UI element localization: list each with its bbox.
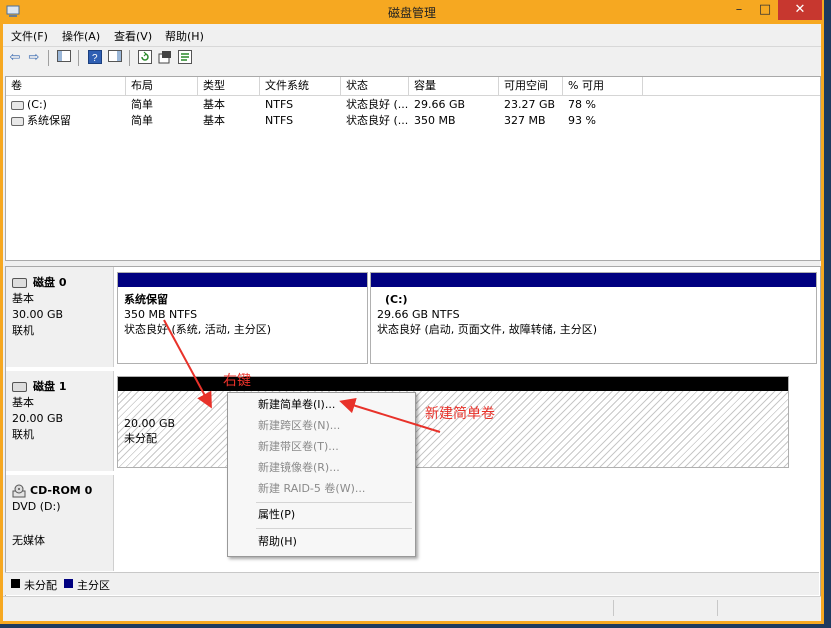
annotation-new-simple-volume: 新建简单卷 xyxy=(425,406,495,422)
annotation-right-click: 右键 xyxy=(223,373,251,389)
annotation-arrows xyxy=(163,319,441,433)
annotation-arrow-right-click xyxy=(163,319,212,409)
